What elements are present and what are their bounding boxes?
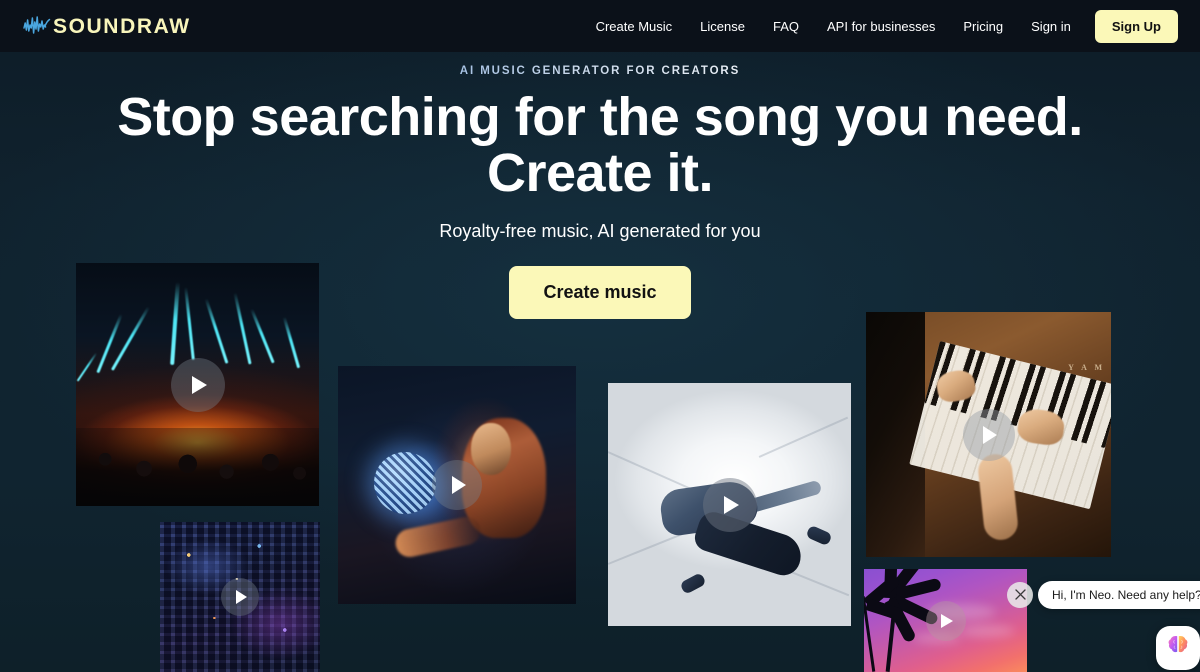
card-disco[interactable] — [338, 366, 576, 604]
chat-launcher-button[interactable] — [1156, 626, 1200, 670]
card-piano[interactable]: Y A M — [866, 312, 1111, 557]
main-nav: Create Music License FAQ API for busines… — [582, 9, 1178, 43]
card-city[interactable] — [160, 522, 320, 672]
play-icon[interactable] — [221, 578, 259, 616]
nav-sign-in[interactable]: Sign in — [1017, 20, 1085, 33]
waveform-icon — [22, 15, 52, 37]
sign-up-button[interactable]: Sign Up — [1094, 9, 1178, 43]
piano-brand-text: Y A M — [1068, 363, 1105, 373]
hero-cta-wrap: Create music — [0, 266, 1200, 320]
create-music-button[interactable]: Create music — [509, 266, 691, 320]
close-icon — [1014, 588, 1026, 603]
card-dancer[interactable] — [608, 383, 851, 626]
nav-faq[interactable]: FAQ — [759, 20, 813, 33]
play-icon[interactable] — [432, 460, 482, 510]
chat-close-button[interactable] — [1007, 582, 1033, 608]
card-sunset[interactable] — [864, 569, 1027, 672]
nav-license[interactable]: License — [686, 20, 759, 33]
play-icon[interactable] — [702, 477, 757, 532]
site-header: SOUNDRAW Create Music License FAQ API fo… — [0, 0, 1200, 52]
chat-greeting-bubble[interactable]: Hi, I'm Neo. Need any help? — [1038, 581, 1200, 609]
nav-api-for-businesses[interactable]: API for businesses — [813, 20, 949, 33]
chat-greeting-text: Hi, I'm Neo. Need any help? — [1052, 588, 1200, 602]
play-icon[interactable] — [925, 600, 966, 641]
play-icon[interactable] — [170, 357, 225, 412]
brand-name: SOUNDRAW — [53, 14, 191, 38]
brand-logo[interactable]: SOUNDRAW — [22, 15, 191, 37]
brain-icon — [1165, 633, 1191, 664]
nav-create-music[interactable]: Create Music — [582, 20, 687, 33]
play-icon[interactable] — [962, 408, 1015, 461]
nav-pricing[interactable]: Pricing — [949, 20, 1017, 33]
